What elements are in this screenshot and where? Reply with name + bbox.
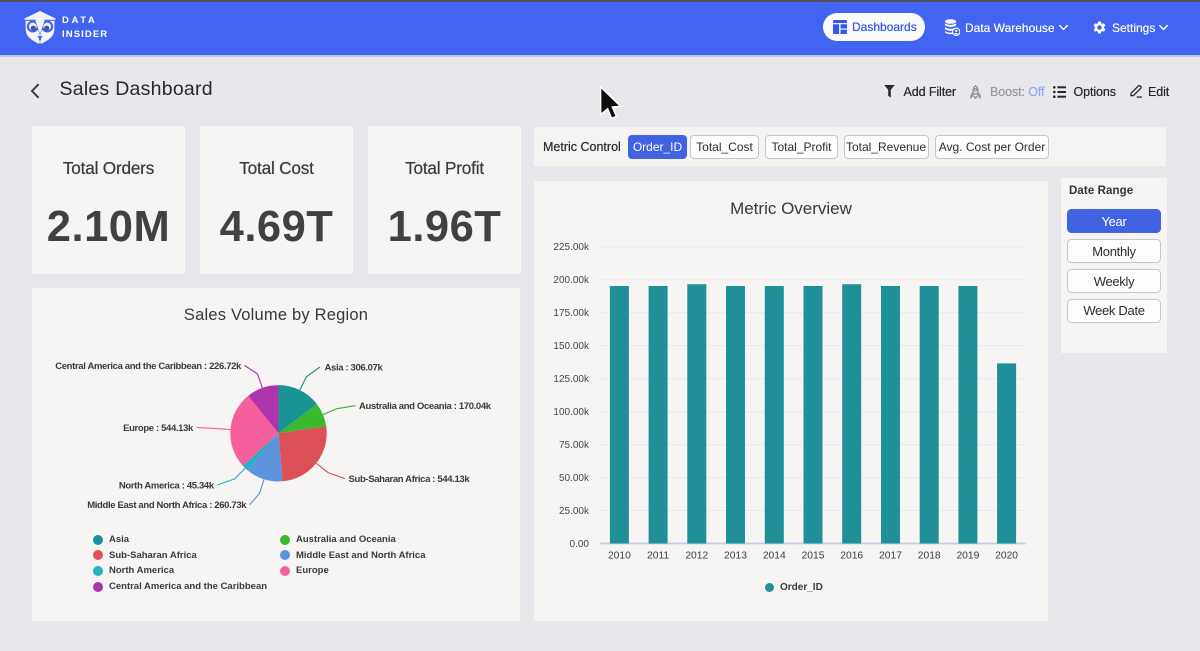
svg-text:125.00k: 125.00k [553,374,590,385]
svg-text:200.00k: 200.00k [553,275,590,286]
svg-text:175.00k: 175.00k [553,308,590,319]
svg-text:100.00k: 100.00k [553,407,590,418]
svg-text:2011: 2011 [647,550,669,561]
svg-text:Europe : 544.13k: Europe : 544.13k [123,423,194,434]
svg-text:2010: 2010 [608,550,631,561]
svg-text:Asia : 306.07k: Asia : 306.07k [325,363,384,374]
svg-text:2015: 2015 [802,550,825,561]
svg-text:150.00k: 150.00k [553,341,590,352]
svg-text:North America : 45.34k: North America : 45.34k [119,480,215,491]
svg-text:Sub-Saharan Africa : 544.13k: Sub-Saharan Africa : 544.13k [349,474,471,485]
svg-text:2013: 2013 [724,550,747,561]
svg-text:2016: 2016 [840,550,863,561]
svg-text:2014: 2014 [763,550,786,561]
svg-text:50.00k: 50.00k [559,473,590,484]
svg-text:2012: 2012 [685,550,708,561]
svg-text:75.00k: 75.00k [559,440,590,451]
svg-text:225.00k: 225.00k [553,242,590,253]
svg-text:Central America and the Caribb: Central America and the Caribbean : 226.… [55,361,242,372]
svg-text:2019: 2019 [956,550,979,561]
svg-text:2017: 2017 [879,550,902,561]
svg-text:2018: 2018 [918,550,941,561]
svg-text:Middle East and North Africa :: Middle East and North Africa : 260.73k [87,500,247,511]
svg-text:2020: 2020 [995,550,1018,561]
svg-text:0.00: 0.00 [570,539,590,550]
svg-text:25.00k: 25.00k [559,506,590,517]
svg-text:Australia and Oceania : 170.04: Australia and Oceania : 170.04k [359,401,492,412]
